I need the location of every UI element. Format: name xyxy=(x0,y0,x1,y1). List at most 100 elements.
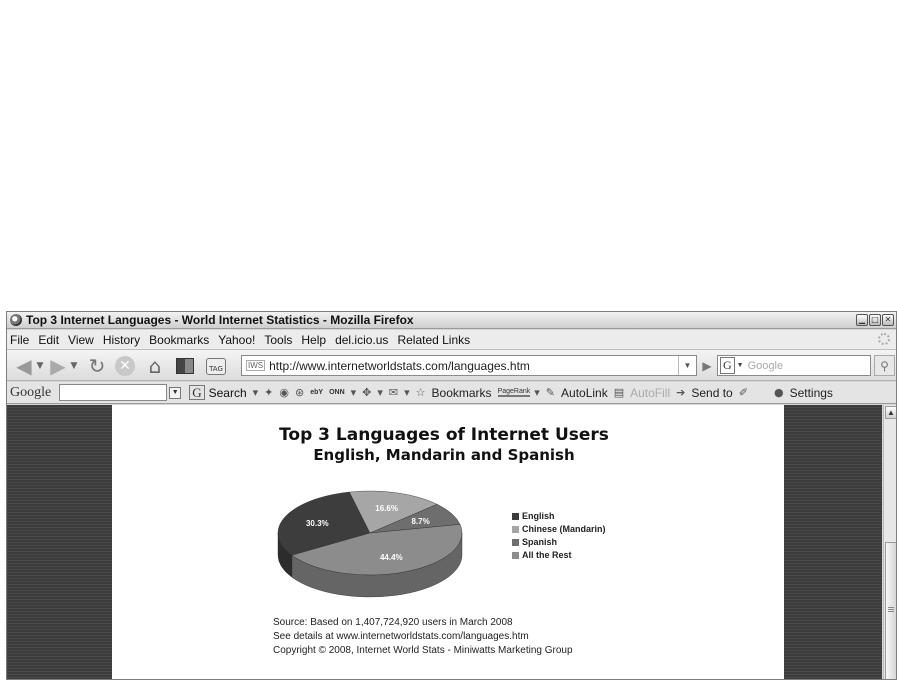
menu-bar: File Edit View History Bookmarks Yahoo! … xyxy=(7,330,896,349)
content-viewport: Top 3 Languages of Internet Users Englis… xyxy=(7,405,882,679)
scroll-thumb[interactable] xyxy=(885,542,896,679)
send-to-icon: ➔ xyxy=(676,386,686,399)
layout-button[interactable] xyxy=(173,354,197,378)
menu-bookmarks[interactable]: Bookmarks xyxy=(149,333,209,347)
legend-item: English xyxy=(512,510,606,522)
title-bar: Top 3 Internet Languages - World Interne… xyxy=(7,312,896,329)
copyright-line: Copyright © 2008, Internet World Stats -… xyxy=(273,645,573,656)
star-icon[interactable]: ☆ xyxy=(416,386,426,399)
throbber-icon xyxy=(878,333,890,345)
toolbar-dropdown-icon[interactable]: ▾ xyxy=(404,386,410,399)
menu-help[interactable]: Help xyxy=(301,333,326,347)
forward-dropdown-icon[interactable]: ▼ xyxy=(69,354,79,378)
chart-legend: English Chinese (Mandarin) Spanish All the … xyxy=(512,510,606,562)
home-button[interactable]: ⌂ xyxy=(143,354,167,378)
details-line: See details at www.internetworldstats.co… xyxy=(273,631,529,642)
window-controls: ▁ □ ✕ xyxy=(856,314,894,326)
toolbar-dropdown-icon[interactable]: ▾ xyxy=(377,386,383,399)
google-search-dropdown-icon[interactable]: ▼ xyxy=(169,386,182,399)
tag-button[interactable]: TAG xyxy=(203,354,229,378)
puzzle-icon[interactable]: ✥ xyxy=(362,386,371,399)
close-button[interactable]: ✕ xyxy=(882,314,894,326)
toolbar-dropdown-icon[interactable]: ▾ xyxy=(253,386,259,399)
legend-swatch xyxy=(512,525,519,533)
legend-label: All the Rest xyxy=(522,550,572,560)
search-engine-dropdown-icon[interactable]: ▼ xyxy=(737,362,744,369)
stop-button[interactable]: ✕ xyxy=(113,354,137,378)
scroll-up-button[interactable]: ▲ xyxy=(885,406,896,419)
google-search-input[interactable] xyxy=(59,384,168,401)
news-icon[interactable]: ✦ xyxy=(264,386,273,399)
menu-edit[interactable]: Edit xyxy=(38,333,59,347)
firefox-icon xyxy=(10,314,22,326)
spellcheck-icon[interactable]: ⊛ xyxy=(295,386,304,399)
toolbar-dropdown-icon[interactable]: ▾ xyxy=(534,386,540,399)
chart-subtitle: English, Mandarin and Spanish xyxy=(313,446,575,464)
send-to-button[interactable]: Send to xyxy=(691,386,732,400)
pie-data-label: 8.7% xyxy=(411,517,429,526)
url-bar[interactable]: IWS http://www.internetworldstats.com/la… xyxy=(241,355,697,376)
url-text[interactable]: http://www.internetworldstats.com/langua… xyxy=(269,359,530,373)
mail-icon[interactable]: ✉ xyxy=(389,386,398,399)
google-g-icon: G xyxy=(189,385,205,400)
menu-tools[interactable]: Tools xyxy=(264,333,292,347)
legend-label: Spanish xyxy=(522,537,558,547)
search-input[interactable]: Google xyxy=(748,360,783,372)
site-favicon-icon: IWS xyxy=(246,360,266,371)
ebay-button[interactable]: ebY xyxy=(310,389,323,396)
go-button[interactable]: ▶ xyxy=(699,357,715,374)
settings-button[interactable]: Settings xyxy=(790,386,833,400)
highlighter-icon[interactable]: ✐ xyxy=(739,386,748,399)
legend-label: English xyxy=(522,511,555,521)
autolink-icon: ✎ xyxy=(545,386,556,399)
settings-icon: ● xyxy=(773,386,784,399)
menu-history[interactable]: History xyxy=(103,333,140,347)
google-search-button[interactable]: G Search xyxy=(189,385,247,400)
autofill-button[interactable]: AutoFill xyxy=(630,386,670,400)
legend-item: Spanish xyxy=(512,536,606,548)
forward-button[interactable]: ▶ xyxy=(47,354,69,378)
toolbar-dropdown-icon[interactable]: ▾ xyxy=(351,386,357,399)
search-icon[interactable]: ⚲ xyxy=(874,355,895,376)
pie-chart: 30.3% 16.6% 8.7% 44.4% xyxy=(277,490,463,598)
menu-delicious[interactable]: del.icio.us xyxy=(335,333,388,347)
page-background-right xyxy=(784,405,882,679)
pie-data-label: 30.3% xyxy=(306,519,329,528)
vertical-scrollbar[interactable]: ▲ xyxy=(883,405,896,679)
back-button[interactable]: ◀ xyxy=(13,354,35,378)
window-title: Top 3 Internet Languages - World Interne… xyxy=(26,313,414,327)
page-content: Top 3 Languages of Internet Users Englis… xyxy=(112,405,784,679)
layout-icon xyxy=(176,358,194,374)
menu-related-links[interactable]: Related Links xyxy=(397,333,470,347)
scroll-grip-icon xyxy=(888,607,894,613)
legend-swatch xyxy=(512,538,519,546)
google-toolbar: Google ▼ G Search ▾ ✦ ◉ ⊛ ebY ONN ▾ ✥ ▾ … xyxy=(7,382,896,404)
minimize-button[interactable]: ▁ xyxy=(856,314,868,326)
tag-icon: TAG xyxy=(206,357,226,375)
globe-icon[interactable]: ◉ xyxy=(279,386,289,399)
legend-swatch xyxy=(512,551,519,559)
legend-label: Chinese (Mandarin) xyxy=(522,524,606,534)
autolink-button[interactable]: AutoLink xyxy=(561,386,608,400)
navigation-toolbar: ◀ ▼ ▶ ▼ ↻ ✕ ⌂ TAG IWS http://www.interne… xyxy=(7,349,896,381)
google-bookmarks-button[interactable]: Bookmarks xyxy=(432,386,492,400)
browser-window: Top 3 Internet Languages - World Interne… xyxy=(6,311,897,680)
menu-yahoo[interactable]: Yahoo! xyxy=(218,333,255,347)
back-dropdown-icon[interactable]: ▼ xyxy=(35,354,45,378)
google-search-label: Search xyxy=(208,385,247,400)
menu-file[interactable]: File xyxy=(10,333,29,347)
search-box[interactable]: G ▼ Google xyxy=(717,355,871,376)
pie-data-label: 44.4% xyxy=(380,553,403,562)
google-logo: Google xyxy=(10,384,52,400)
maximize-button[interactable]: □ xyxy=(869,314,881,326)
pagerank-indicator[interactable]: PageRank xyxy=(497,388,531,397)
menu-view[interactable]: View xyxy=(68,333,94,347)
legend-item: All the Rest xyxy=(512,549,606,561)
stop-icon: ✕ xyxy=(115,356,135,376)
legend-item: Chinese (Mandarin) xyxy=(512,523,606,535)
reload-button[interactable]: ↻ xyxy=(85,354,109,378)
source-note: Source: Based on 1,407,724,920 users in … xyxy=(273,616,573,658)
onn-button[interactable]: ONN xyxy=(329,389,345,396)
url-dropdown-icon[interactable]: ▼ xyxy=(678,356,696,375)
search-engine-icon[interactable]: G xyxy=(720,357,735,374)
